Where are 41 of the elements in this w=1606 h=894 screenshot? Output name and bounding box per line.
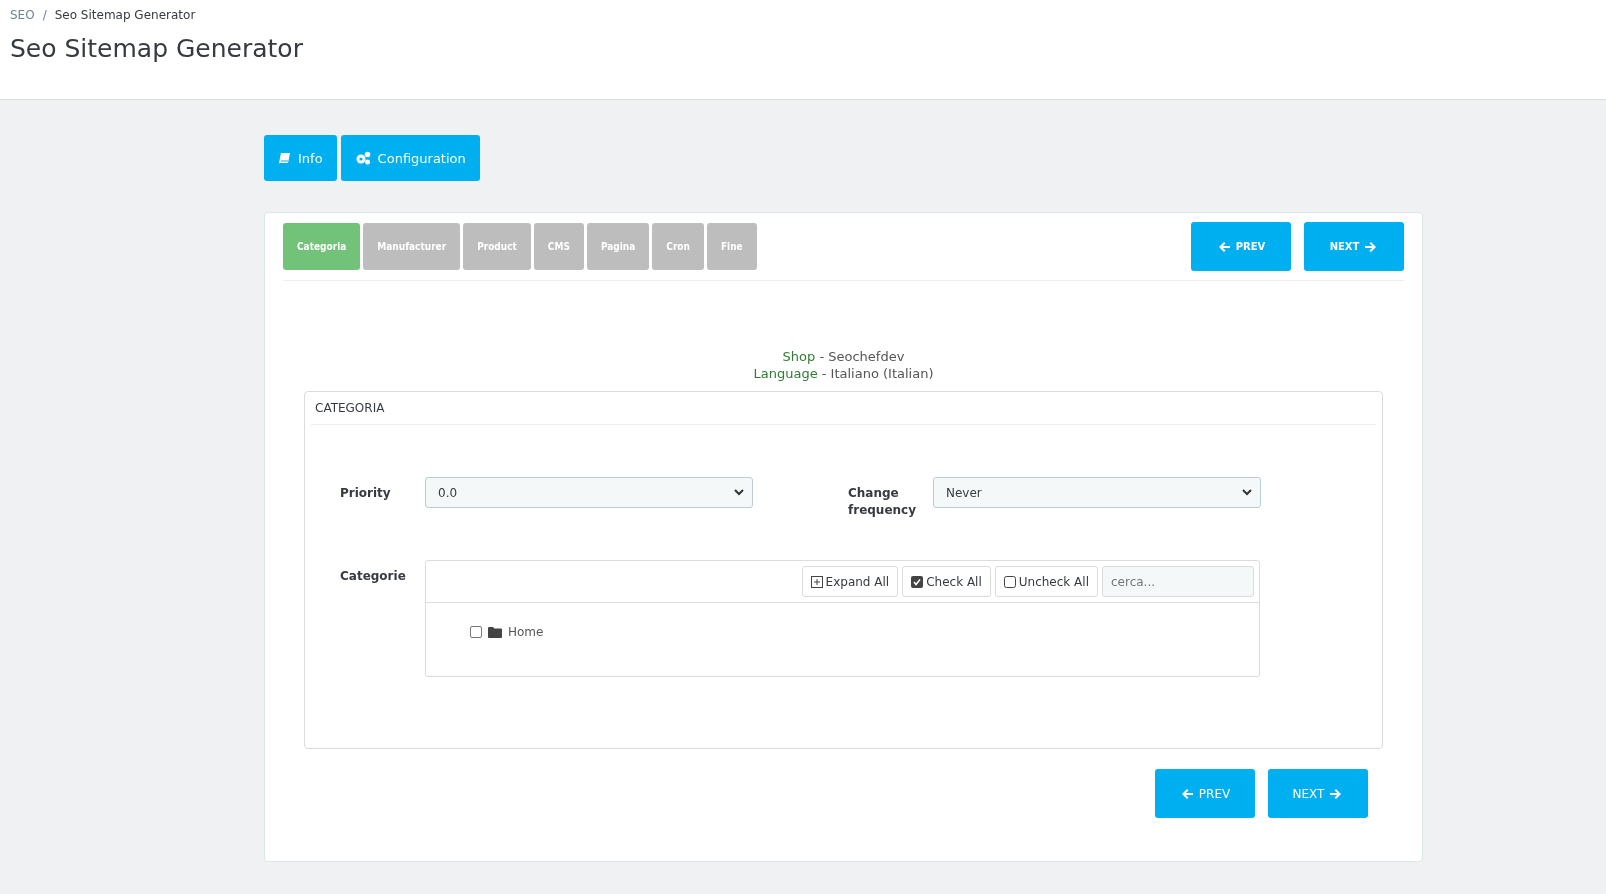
arrow-right-icon [1329, 786, 1344, 801]
field-label: Change frequency [848, 485, 918, 519]
breadcrumb-current: Seo Sitemap Generator [54, 8, 196, 22]
prev-button[interactable]: PREV [1155, 769, 1255, 818]
gears-icon [354, 151, 371, 165]
prev-button[interactable]: PREV [1191, 222, 1291, 271]
next-button[interactable]: NEXT [1304, 222, 1404, 271]
breadcrumb-link[interactable]: SEO [10, 8, 35, 22]
chevron-down-icon [734, 489, 744, 496]
chevron-down-icon [1242, 489, 1252, 496]
step-tab[interactable]: Pagina [586, 223, 650, 270]
empty-box-icon [1003, 575, 1016, 588]
field-label: Priority [340, 485, 392, 502]
field-label: Categorie [340, 568, 407, 585]
search-field[interactable]: cerca... [1102, 566, 1254, 597]
step-tab[interactable]: Product [463, 223, 531, 270]
page-title: Seo Sitemap Generator [10, 34, 304, 63]
step-tab[interactable]: Categoria [283, 223, 361, 270]
info-line: Language - Italiano (Italian) [753, 365, 934, 382]
next-button[interactable]: NEXT [1268, 769, 1368, 818]
step-tab[interactable]: Manufacturer [363, 223, 461, 270]
toolbar-button[interactable]: Configuration [340, 135, 480, 181]
breadcrumb-separator: / [42, 8, 47, 22]
step-tab[interactable]: Cron [652, 223, 704, 270]
tree-action-button[interactable]: Uncheck All [994, 566, 1098, 597]
arrow-right-icon [1364, 239, 1379, 254]
tree-action-button[interactable]: Check All [902, 566, 991, 597]
info-line: Shop - Seochefdev [782, 348, 905, 365]
tree-item-label[interactable]: Home [508, 625, 544, 639]
folder-icon [488, 626, 502, 638]
checkbox[interactable] [470, 626, 482, 638]
step-tab[interactable]: CMS [533, 223, 584, 270]
priority-select[interactable]: 0.0 [425, 477, 753, 508]
book-icon [278, 151, 291, 165]
toolbar-button[interactable]: Info [264, 135, 337, 181]
checked-box-icon [911, 575, 924, 588]
plus-square-icon [810, 575, 823, 588]
frequency-select[interactable]: Never [933, 477, 1261, 508]
step-tab[interactable]: Fine [706, 223, 757, 270]
section-title: CATEGORIA [311, 392, 1376, 425]
tree-action-button[interactable]: Expand All [801, 566, 899, 597]
